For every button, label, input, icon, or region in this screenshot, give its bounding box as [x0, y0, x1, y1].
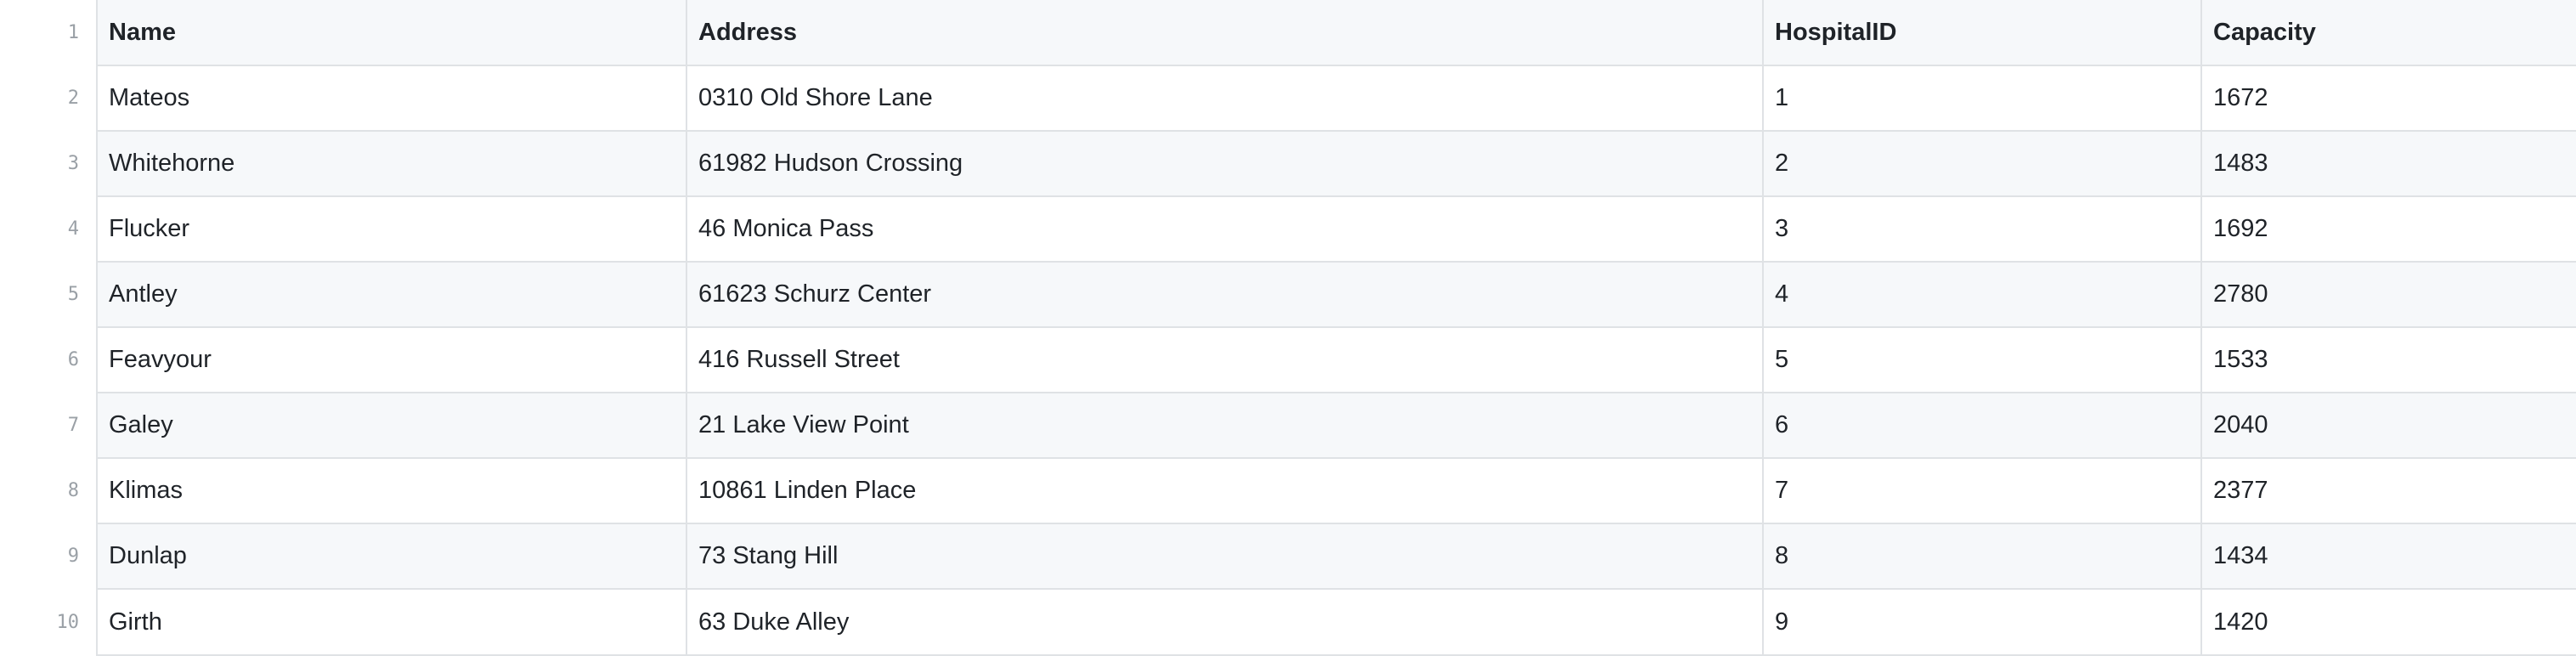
- cell-name[interactable]: Girth: [96, 588, 687, 656]
- table-row: 3 Whitehorne 61982 Hudson Crossing 2 148…: [0, 130, 2576, 197]
- table-header-row: 1 Name Address HospitalID Capacity: [0, 0, 2576, 66]
- cell-address[interactable]: 61623 Schurz Center: [686, 261, 1764, 328]
- table-row: 7 Galey 21 Lake View Point 6 2040: [0, 392, 2576, 459]
- line-number: 7: [0, 393, 97, 458]
- table-row: 6 Feavyour 416 Russell Street 5 1533: [0, 326, 2576, 393]
- cell-capacity[interactable]: 2780: [2200, 261, 2576, 328]
- cell-name[interactable]: Antley: [96, 261, 687, 328]
- cell-address[interactable]: 61982 Hudson Crossing: [686, 130, 1764, 197]
- table-row: 8 Klimas 10861 Linden Place 7 2377: [0, 457, 2576, 524]
- line-number: 5: [0, 262, 97, 327]
- table-row: 9 Dunlap 73 Stang Hill 8 1434: [0, 523, 2576, 590]
- cell-address[interactable]: 46 Monica Pass: [686, 195, 1764, 263]
- cell-capacity[interactable]: 1533: [2200, 326, 2576, 393]
- column-header-address[interactable]: Address: [686, 0, 1764, 66]
- cell-hospitalid[interactable]: 4: [1762, 261, 2202, 328]
- cell-hospitalid[interactable]: 3: [1762, 195, 2202, 263]
- column-header-capacity[interactable]: Capacity: [2200, 0, 2576, 66]
- cell-name[interactable]: Flucker: [96, 195, 687, 263]
- cell-address[interactable]: 73 Stang Hill: [686, 523, 1764, 590]
- cell-capacity[interactable]: 2040: [2200, 392, 2576, 459]
- cell-hospitalid[interactable]: 9: [1762, 588, 2202, 656]
- cell-name[interactable]: Mateos: [96, 65, 687, 132]
- cell-hospitalid[interactable]: 1: [1762, 65, 2202, 132]
- line-number: 4: [0, 196, 97, 262]
- cell-capacity[interactable]: 1483: [2200, 130, 2576, 197]
- line-number: 9: [0, 523, 97, 589]
- cell-capacity[interactable]: 1692: [2200, 195, 2576, 263]
- cell-hospitalid[interactable]: 5: [1762, 326, 2202, 393]
- line-number: 3: [0, 131, 97, 196]
- csv-table-view: 1 Name Address HospitalID Capacity 2 Mat…: [0, 0, 2576, 656]
- cell-name[interactable]: Feavyour: [96, 326, 687, 393]
- table-row: 5 Antley 61623 Schurz Center 4 2780: [0, 261, 2576, 328]
- cell-address[interactable]: 63 Duke Alley: [686, 588, 1764, 656]
- cell-address[interactable]: 416 Russell Street: [686, 326, 1764, 393]
- data-table: 1 Name Address HospitalID Capacity 2 Mat…: [0, 0, 2576, 656]
- cell-hospitalid[interactable]: 6: [1762, 392, 2202, 459]
- cell-name[interactable]: Dunlap: [96, 523, 687, 590]
- line-number: 6: [0, 327, 97, 393]
- cell-capacity[interactable]: 1434: [2200, 523, 2576, 590]
- table-row: 2 Mateos 0310 Old Shore Lane 1 1672: [0, 65, 2576, 132]
- line-number: 2: [0, 65, 97, 131]
- cell-address[interactable]: 10861 Linden Place: [686, 457, 1764, 524]
- cell-hospitalid[interactable]: 8: [1762, 523, 2202, 590]
- column-header-name[interactable]: Name: [96, 0, 687, 66]
- column-header-hospitalid[interactable]: HospitalID: [1762, 0, 2202, 66]
- cell-name[interactable]: Whitehorne: [96, 130, 687, 197]
- cell-address[interactable]: 0310 Old Shore Lane: [686, 65, 1764, 132]
- cell-capacity[interactable]: 1672: [2200, 65, 2576, 132]
- cell-capacity[interactable]: 2377: [2200, 457, 2576, 524]
- table-row: 4 Flucker 46 Monica Pass 3 1692: [0, 195, 2576, 263]
- cell-name[interactable]: Galey: [96, 392, 687, 459]
- table-row: 10 Girth 63 Duke Alley 9 1420: [0, 588, 2576, 656]
- cell-address[interactable]: 21 Lake View Point: [686, 392, 1764, 459]
- cell-hospitalid[interactable]: 2: [1762, 130, 2202, 197]
- cell-hospitalid[interactable]: 7: [1762, 457, 2202, 524]
- cell-capacity[interactable]: 1420: [2200, 588, 2576, 656]
- cell-name[interactable]: Klimas: [96, 457, 687, 524]
- line-number: 10: [0, 589, 97, 655]
- line-number: 1: [0, 0, 97, 65]
- line-number: 8: [0, 458, 97, 523]
